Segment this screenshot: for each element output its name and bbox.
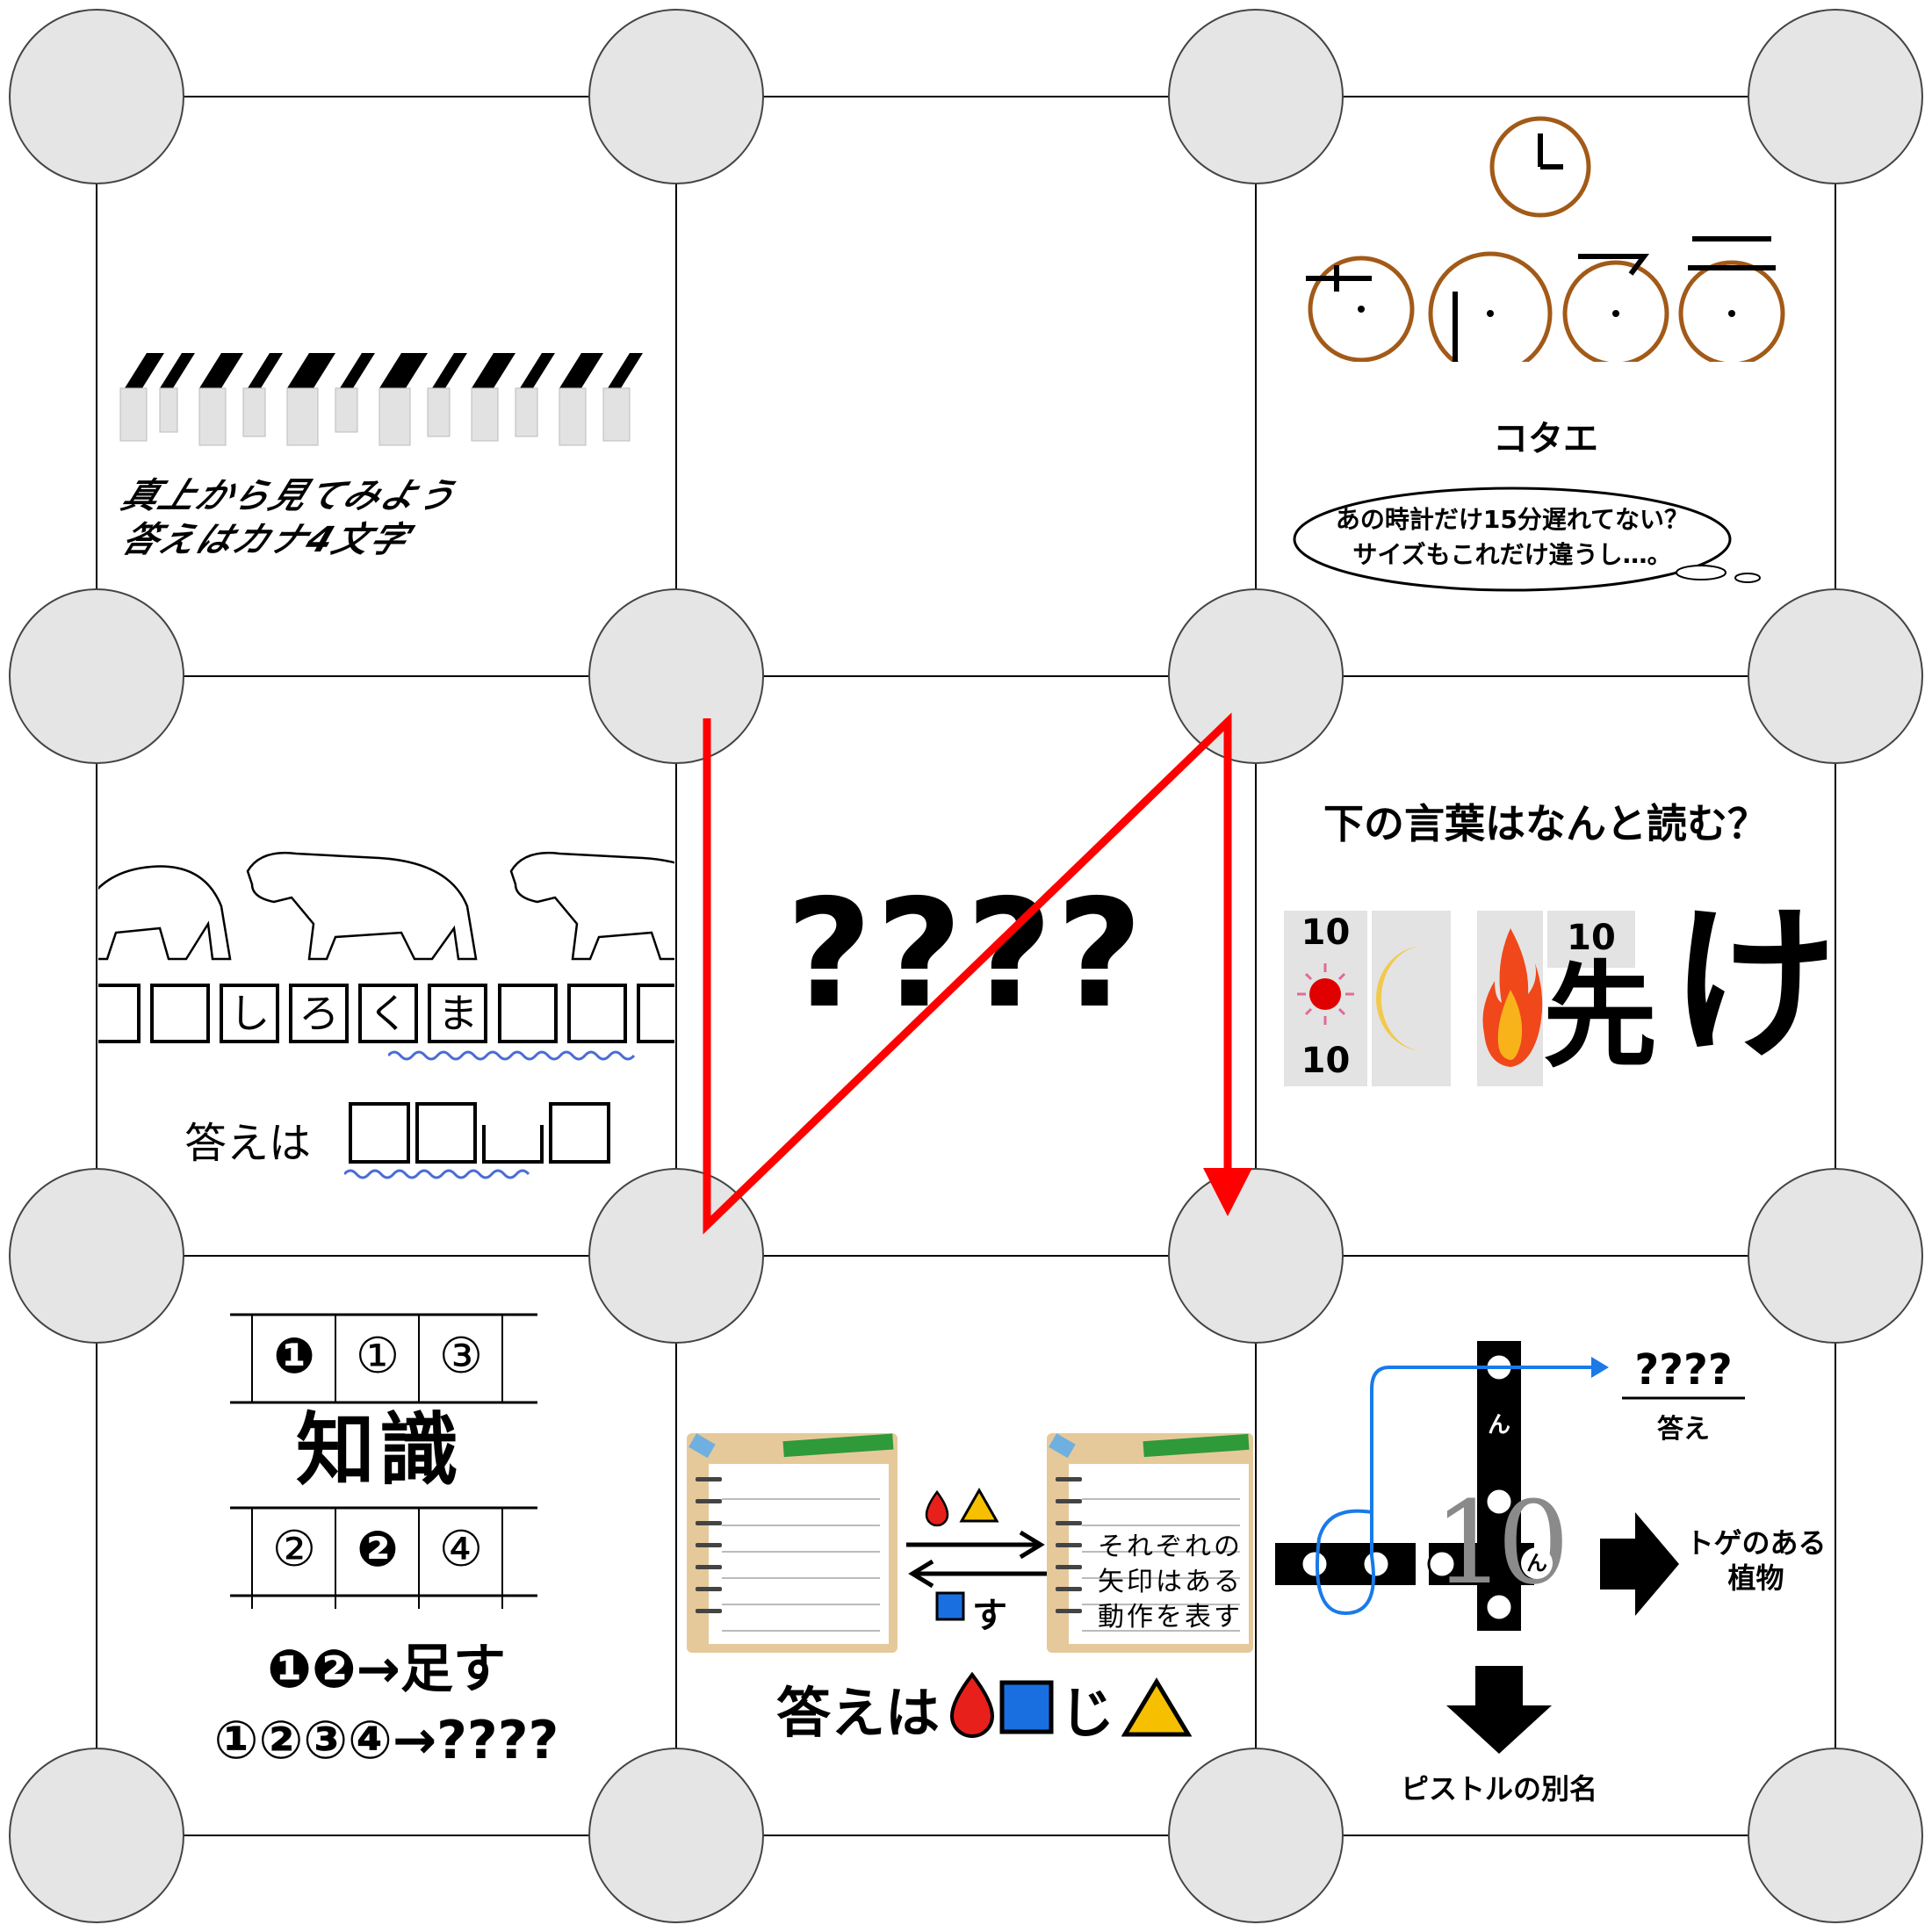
red-path-arrow bbox=[703, 712, 1252, 1235]
puzzle-board: 真上から見てみよう 答えはカナ4文字 コタエ あの時計だけ15分遅れてない？ サ… bbox=[0, 0, 1932, 1932]
